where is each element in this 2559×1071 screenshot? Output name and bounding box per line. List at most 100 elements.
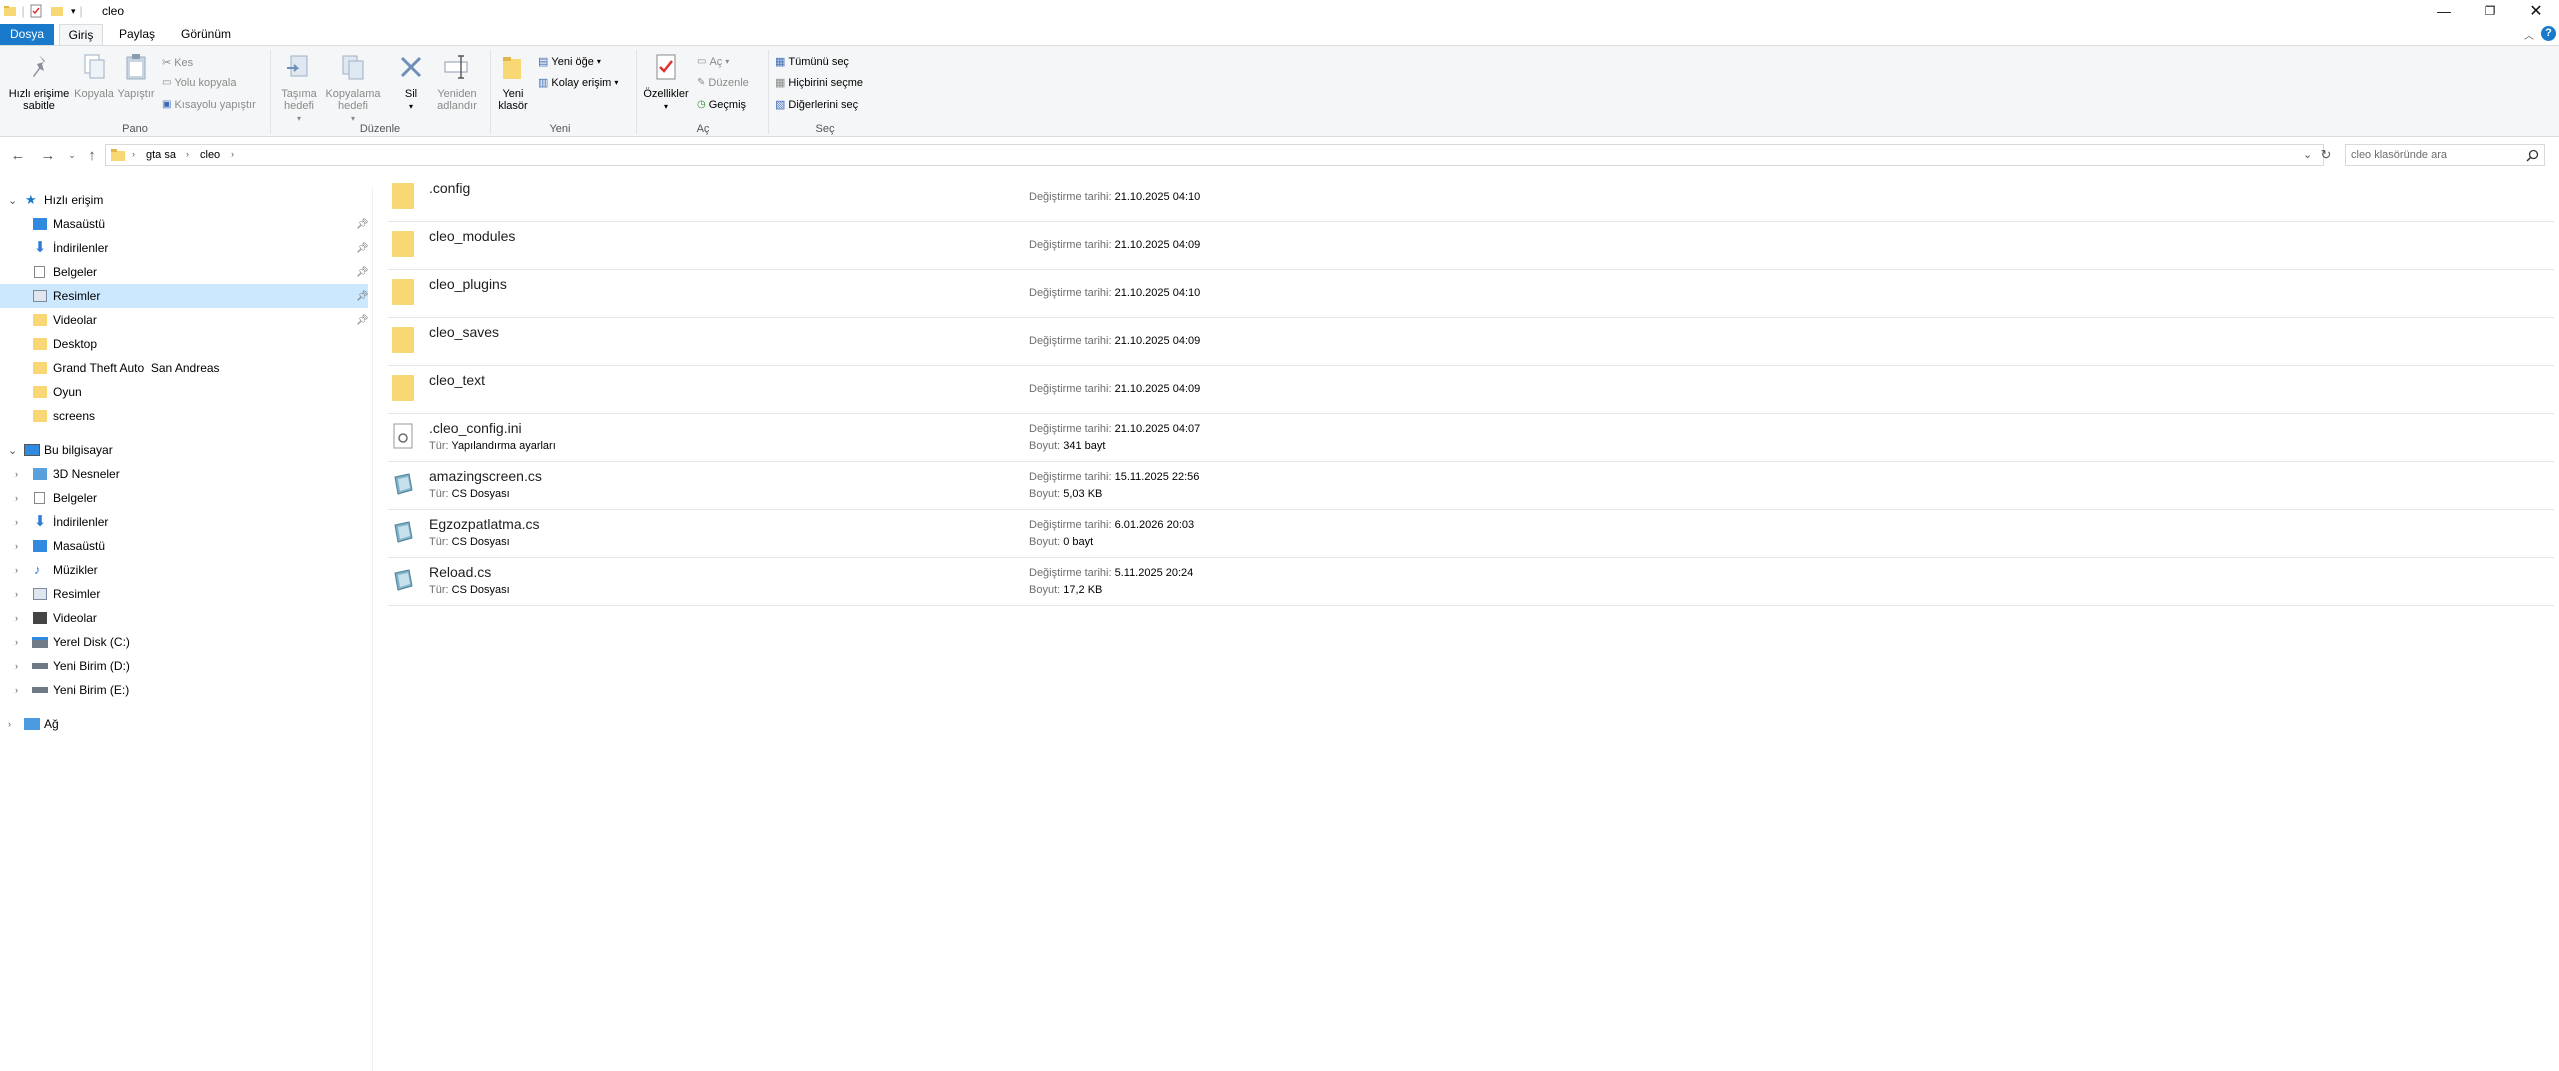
- new-folder-icon: [503, 57, 521, 79]
- file-row[interactable]: Egzozpatlatma.cs Tür: CS Dosyası Değişti…: [388, 509, 2554, 558]
- dropdown-caret-icon: ▾: [408, 102, 413, 111]
- chevron-right-icon[interactable]: ›: [15, 541, 18, 551]
- pane-splitter[interactable]: [372, 188, 373, 1071]
- chevron-right-icon[interactable]: ›: [15, 589, 18, 599]
- nav-item-desktop-folder[interactable]: Desktop: [0, 332, 368, 356]
- file-row[interactable]: cleo_modules Değiştirme tarihi: 21.10.20…: [388, 221, 2554, 270]
- chevron-right-icon[interactable]: ›: [15, 637, 18, 647]
- properties-button[interactable]: Özellikler ▾: [640, 52, 692, 113]
- file-row[interactable]: amazingscreen.cs Tür: CS Dosyası Değişti…: [388, 461, 2554, 510]
- properties-icon[interactable]: [29, 4, 43, 18]
- system-drive-icon: [32, 636, 48, 648]
- file-row[interactable]: cleo_saves Değiştirme tarihi: 21.10.2025…: [388, 317, 2554, 366]
- file-row[interactable]: .cleo_config.ini Tür: Yapılandırma ayarl…: [388, 413, 2554, 462]
- copy-path-button[interactable]: ▭ Yolu kopyala: [162, 75, 236, 91]
- nav-pc-documents[interactable]: › Belgeler: [0, 486, 368, 510]
- nav-pc-drive-c[interactable]: › Yerel Disk (C:): [0, 630, 368, 654]
- edit-icon: ✎: [697, 77, 706, 88]
- nav-item-documents[interactable]: Belgeler 📌︎: [0, 260, 369, 284]
- copy-button[interactable]: Kopyala: [72, 52, 116, 100]
- chevron-down-icon[interactable]: ⌄: [8, 444, 17, 457]
- chevron-right-icon[interactable]: ›: [15, 493, 18, 503]
- chevron-right-icon[interactable]: ›: [15, 565, 18, 575]
- edit-button[interactable]: ✎ Düzenle: [697, 75, 749, 91]
- pin-quick-access-button[interactable]: Hızlı erişime sabitle: [4, 52, 74, 112]
- pin-icon[interactable]: 📌︎: [356, 315, 369, 326]
- nav-item-downloads[interactable]: ⬇ İndirilenler 📌︎: [0, 236, 369, 260]
- file-row[interactable]: .config Değiştirme tarihi: 21.10.2025 04…: [388, 173, 2554, 222]
- nav-item-desktop[interactable]: Masaüstü 📌︎: [0, 212, 369, 236]
- select-none-button[interactable]: ▦ Hiçbirini seçme: [775, 75, 863, 91]
- pin-icon[interactable]: 📌︎: [356, 219, 369, 230]
- nav-item-gta-sa[interactable]: Grand Theft Auto San Andreas: [0, 356, 368, 380]
- minimize-button[interactable]: —: [2421, 0, 2467, 22]
- paste-button[interactable]: Yapıştır: [114, 52, 158, 100]
- cut-button[interactable]: ✂ Kes: [162, 55, 193, 71]
- nav-pc-desktop[interactable]: › Masaüstü: [0, 534, 368, 558]
- file-row[interactable]: Reload.cs Tür: CS Dosyası Değiştirme tar…: [388, 557, 2554, 606]
- breadcrumb-item[interactable]: gta sa: [146, 149, 176, 161]
- new-folder-icon[interactable]: [49, 4, 65, 18]
- nav-item-pictures[interactable]: Resimler 📌︎: [0, 284, 369, 308]
- file-type: Tür: CS Dosyası: [429, 584, 510, 596]
- search-input[interactable]: cleo klasöründe ara: [2345, 144, 2545, 166]
- nav-pc-drive-e[interactable]: › Yeni Birim (E:): [0, 678, 368, 702]
- chevron-down-icon[interactable]: ⌄: [2303, 148, 2312, 161]
- restore-button[interactable]: ❐: [2467, 0, 2513, 22]
- nav-pc-downloads[interactable]: › ⬇ İndirilenler: [0, 510, 368, 534]
- select-all-button[interactable]: ▦ Tümünü seç: [775, 54, 849, 70]
- forward-button[interactable]: →: [38, 145, 58, 165]
- new-item-button[interactable]: ▤ Yeni öğe ▾: [538, 54, 601, 70]
- address-bar[interactable]: › gta sa › cleo › ⌄: [105, 144, 2324, 166]
- chevron-right-icon[interactable]: ›: [15, 661, 18, 671]
- pin-icon[interactable]: 📌︎: [356, 243, 369, 254]
- up-button[interactable]: ↑: [82, 145, 102, 165]
- move-to-button[interactable]: Taşıma hedefi ▾: [276, 52, 322, 125]
- file-row[interactable]: cleo_plugins Değiştirme tarihi: 21.10.20…: [388, 269, 2554, 318]
- chevron-right-icon[interactable]: ›: [15, 469, 18, 479]
- nav-item-videos[interactable]: Videolar 📌︎: [0, 308, 369, 332]
- chevron-down-icon[interactable]: ⌄: [8, 194, 17, 207]
- nav-network[interactable]: › Ağ: [0, 712, 368, 736]
- nav-this-pc[interactable]: ⌄ Bu bilgisayar: [0, 438, 368, 462]
- rename-button[interactable]: Yeniden adlandır: [430, 52, 484, 112]
- select-all-icon: ▦: [775, 56, 786, 68]
- pin-icon[interactable]: 📌︎: [356, 291, 369, 302]
- file-type: Tür: CS Dosyası: [429, 488, 510, 500]
- customize-qa-icon[interactable]: ▾: [71, 6, 76, 17]
- new-folder-button[interactable]: Yeni klasör: [494, 52, 532, 112]
- pin-icon[interactable]: 📌︎: [356, 267, 369, 278]
- nav-pc-3d-objects[interactable]: › 3D Nesneler: [0, 462, 368, 486]
- back-button[interactable]: ←: [8, 145, 28, 165]
- easy-access-button[interactable]: ▥ Kolay erişim ▾: [538, 75, 618, 91]
- nav-pc-drive-d[interactable]: › Yeni Birim (D:): [0, 654, 368, 678]
- copy-to-button[interactable]: Kopyalama hedefi ▾: [324, 52, 382, 125]
- nav-pc-pictures[interactable]: › Resimler: [0, 582, 368, 606]
- help-icon[interactable]: ?: [2541, 26, 2556, 41]
- chevron-right-icon[interactable]: ›: [15, 517, 18, 527]
- file-row[interactable]: cleo_text Değiştirme tarihi: 21.10.2025 …: [388, 365, 2554, 414]
- nav-quick-access[interactable]: ⌄ ★ Hızlı erişim: [0, 188, 368, 212]
- open-button[interactable]: ▭ Aç ▾: [697, 54, 729, 70]
- chevron-right-icon[interactable]: ›: [15, 685, 18, 695]
- recent-locations-button[interactable]: ⌄: [62, 145, 82, 165]
- tab-file[interactable]: Dosya: [0, 24, 54, 45]
- invert-selection-button[interactable]: ▧ Diğerlerini seç: [775, 97, 858, 113]
- tab-view[interactable]: Görünüm: [173, 24, 239, 45]
- tab-share[interactable]: Paylaş: [111, 24, 163, 45]
- delete-button[interactable]: Sil ▾: [396, 52, 426, 113]
- tab-home[interactable]: Giriş: [59, 24, 103, 45]
- chevron-right-icon[interactable]: ›: [15, 613, 18, 623]
- nav-pc-music[interactable]: › ♪ Müzikler: [0, 558, 368, 582]
- nav-item-screens[interactable]: screens: [0, 404, 368, 428]
- nav-pc-videos[interactable]: › Videolar: [0, 606, 368, 630]
- refresh-button[interactable]: ↻: [2316, 145, 2336, 165]
- paste-shortcut-button[interactable]: ▣ Kısayolu yapıştır: [162, 97, 256, 113]
- history-button[interactable]: ◷ Geçmiş: [697, 97, 746, 113]
- close-button[interactable]: ✕: [2513, 0, 2559, 22]
- folder-icon: [392, 183, 414, 209]
- breadcrumb-item[interactable]: cleo: [200, 149, 220, 161]
- collapse-ribbon-icon[interactable]: ︿: [2524, 27, 2534, 42]
- chevron-right-icon[interactable]: ›: [8, 719, 11, 729]
- nav-item-oyun[interactable]: Oyun: [0, 380, 368, 404]
